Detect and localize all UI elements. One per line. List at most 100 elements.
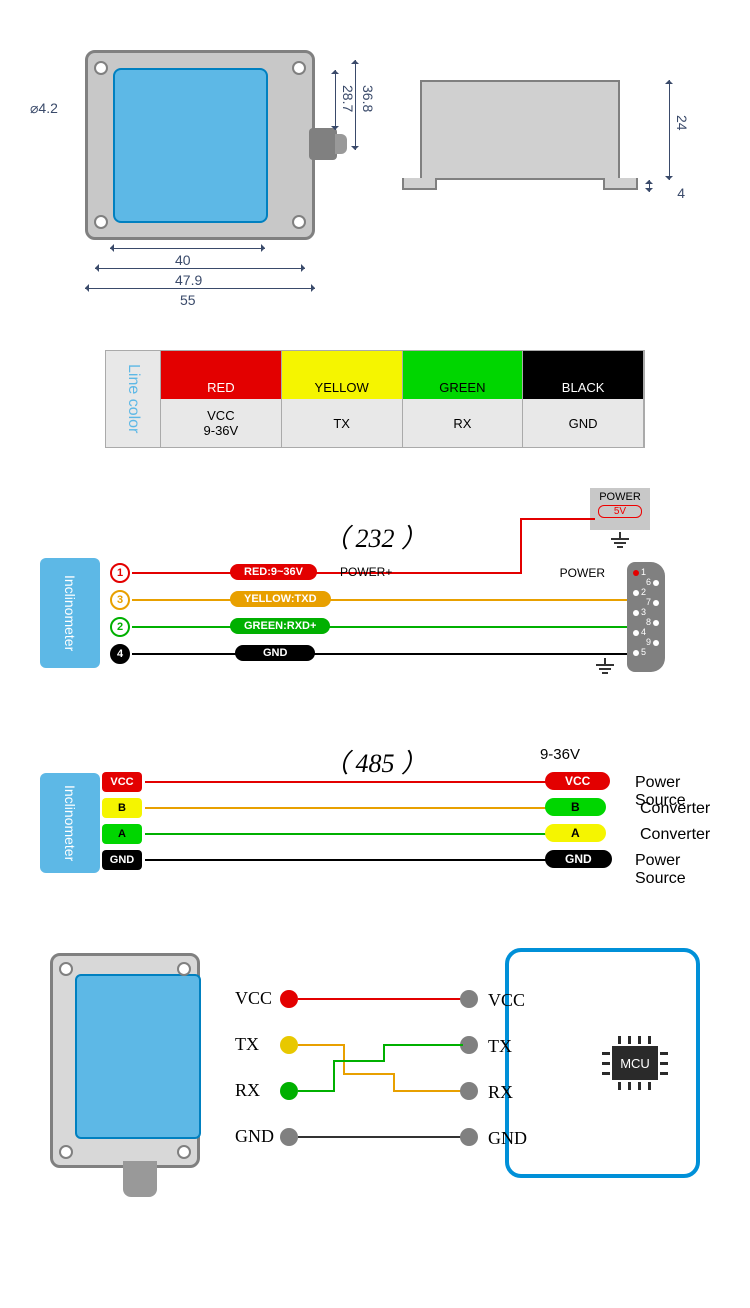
top-view: ⌀4.2 28.7 36.8 40 47.9 55 [30, 40, 370, 300]
dim-hole-diameter: ⌀4.2 [30, 100, 58, 117]
dot-gnd-r [460, 1128, 478, 1146]
db9-pin-1 [633, 570, 639, 576]
side-view: 24 4 [390, 40, 690, 240]
wire-rx [383, 1044, 385, 1062]
desc-a: Converter [640, 826, 710, 844]
pill-red: RED:9~36V [230, 564, 317, 580]
db9-num: 4 [641, 627, 646, 637]
pill-green: GREEN:RXD+ [230, 618, 330, 634]
wire-vcc [145, 781, 550, 783]
dim-line [85, 288, 315, 289]
lbl-tx-r: TX [488, 1036, 512, 1057]
dim-width-outer: 55 [180, 292, 196, 308]
wire-red [520, 518, 595, 520]
db9-pin-4 [633, 630, 639, 636]
lbl-gnd-l: GND [235, 1126, 274, 1147]
rpill-b: B [545, 798, 606, 816]
wiring-232: （ 232 ） POWER 5V POWER Inclinometer 1 RE… [40, 488, 710, 708]
power-label: POWER [590, 491, 650, 503]
mount-hole [292, 215, 306, 229]
dim-line [649, 180, 650, 192]
tag-b: B [102, 798, 142, 818]
dim-conn-h1: 28.7 [340, 85, 356, 112]
mount-hole [59, 962, 73, 976]
datasheet-page: ⌀4.2 28.7 36.8 40 47.9 55 24 4 Line colo… [0, 0, 750, 1308]
dim-line [95, 268, 305, 269]
db9-pin-7 [653, 600, 659, 606]
dim-line [335, 70, 336, 130]
func1: VCC [207, 408, 234, 423]
pin-4: 4 [110, 644, 130, 664]
tag-a: A [102, 824, 142, 844]
rpill-a: A [545, 824, 606, 842]
line-color-table: Line color RED VCC9-36V YELLOW TX GREEN … [105, 350, 645, 448]
mechanical-dimensions: ⌀4.2 28.7 36.8 40 47.9 55 24 4 [20, 20, 730, 320]
chip-pin-icon [628, 1082, 631, 1090]
power-supply: POWER 5V [590, 488, 650, 530]
db9-pin-6 [653, 580, 659, 586]
sensor-label: Inclinometer [62, 785, 78, 861]
pin-2: 2 [110, 617, 130, 637]
wire-black [132, 653, 627, 655]
mount-hole [94, 215, 108, 229]
dot-vcc-r [460, 990, 478, 1008]
dot-rx-r [460, 1082, 478, 1100]
pill-black: GND [235, 645, 315, 661]
tag-gnd: GND [102, 850, 142, 870]
db9-num: 2 [641, 587, 646, 597]
power-voltage: 5V [598, 505, 642, 518]
wiring-232-title: （ 232 ） [323, 518, 427, 555]
col-red: RED VCC9-36V [161, 351, 282, 447]
db9-num: 8 [646, 617, 651, 627]
wire-rx [298, 1090, 333, 1092]
func2: 9-36V [204, 423, 239, 438]
wire-red [520, 518, 522, 574]
note-power: POWER+ [340, 565, 392, 579]
device-face [113, 68, 268, 223]
db9-pin-3 [633, 610, 639, 616]
func-red: VCC9-36V [161, 399, 282, 447]
desc-gnd: Power Source [635, 852, 710, 888]
cable-gland [123, 1161, 157, 1197]
dim-line [110, 248, 265, 249]
chip-label: MCU [612, 1046, 658, 1080]
wire-gnd [145, 859, 550, 861]
pin-3: 3 [110, 590, 130, 610]
db9-pin-5 [633, 650, 639, 656]
db9-connector: 1 2 3 4 5 6 7 8 9 [627, 562, 665, 672]
wire-rx [333, 1060, 383, 1062]
dim-width-inner: 40 [175, 252, 191, 268]
mount-hole [292, 61, 306, 75]
chip-pin-icon [602, 1072, 610, 1075]
wiring-485-title: （ 485 ） [323, 743, 427, 780]
ground-icon [595, 658, 615, 674]
db9-pin-2 [633, 590, 639, 596]
dim-side-height: 24 [674, 115, 690, 131]
dot-rx-l [280, 1082, 298, 1100]
sensor-block-485: Inclinometer [40, 773, 100, 873]
sensor-block: Inclinometer [40, 558, 100, 668]
header-black: BLACK [523, 351, 644, 399]
func-yellow: TX [282, 399, 403, 447]
lbl-vcc-r: VCC [488, 990, 525, 1011]
pill-yellow: YELLOW:TXD [230, 591, 331, 607]
db9-pin-8 [653, 620, 659, 626]
wire-red [132, 572, 522, 574]
chip-pin-icon [618, 1036, 621, 1044]
desc-b: Converter [640, 800, 710, 818]
dim-conn-h2: 36.8 [360, 85, 376, 112]
chip-pin-icon [648, 1082, 651, 1090]
wire-a [145, 833, 550, 835]
wire-tx [298, 1044, 343, 1046]
voltage-label: 9-36V [540, 746, 580, 763]
device-front [40, 948, 210, 1228]
device-face [75, 974, 201, 1139]
dim-width-mid: 47.9 [175, 272, 202, 288]
mount-hole [177, 1145, 191, 1159]
db9-num: 1 [641, 567, 646, 577]
wire-tx [393, 1073, 395, 1091]
tag-vcc: VCC [102, 772, 142, 792]
dot-gnd-l [280, 1128, 298, 1146]
mcu-chip: MCU [600, 1038, 670, 1088]
chip-pin-icon [628, 1036, 631, 1044]
